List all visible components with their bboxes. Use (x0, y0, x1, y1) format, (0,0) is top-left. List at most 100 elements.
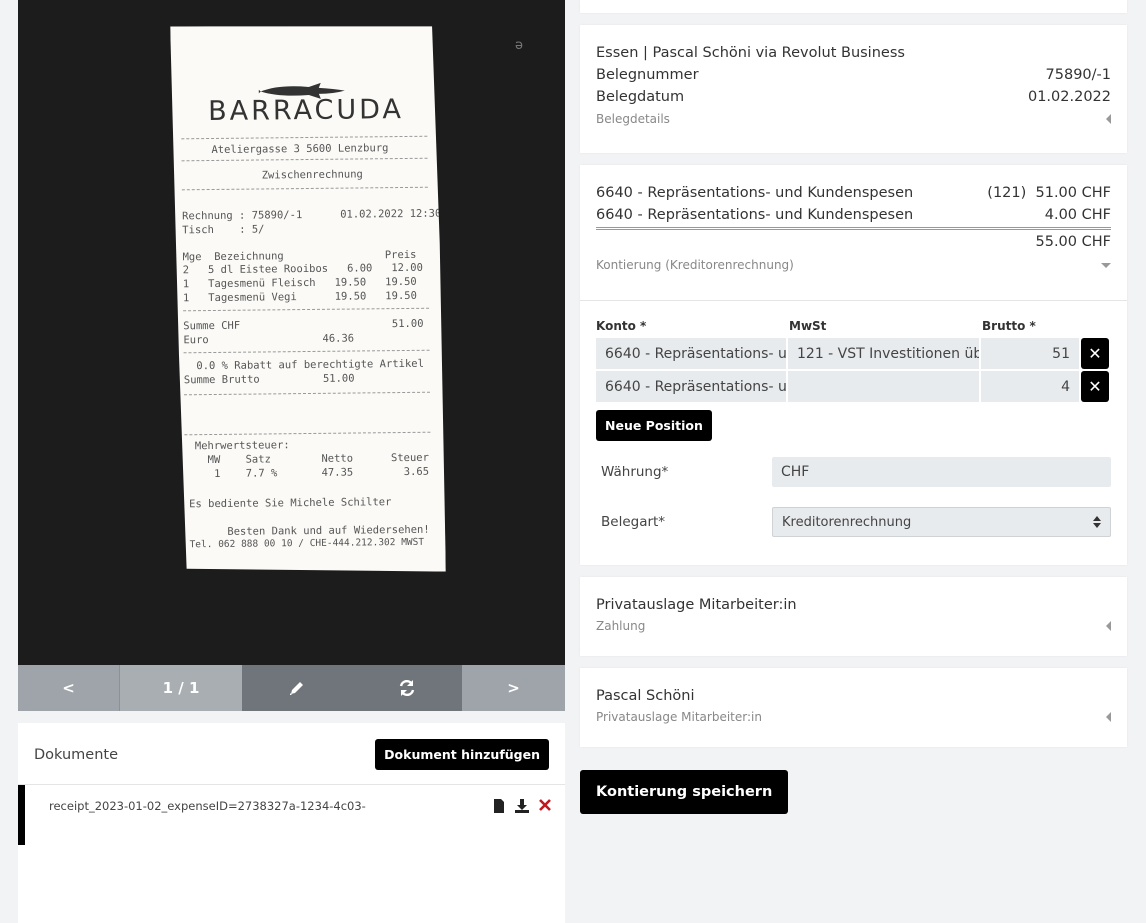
positions-header: Konto * MwSt Brutto * (596, 319, 1111, 333)
position-row: 6640 - Repräsentations- und Kundenspesen… (596, 338, 1111, 369)
belegdatum-label: Belegdatum (596, 89, 685, 105)
belegdatum-value: 01.02.2022 (1027, 89, 1111, 105)
col-mwst: MwSt (789, 319, 827, 333)
belegdatum-row: Belegdatum 01.02.2022 (596, 89, 1111, 105)
remove-position-button[interactable]: ✕ (1081, 338, 1109, 369)
kontierung-line-code: (121) (987, 185, 1027, 201)
document-item[interactable]: receipt_2023-01-02_expenseID=2738327a-12… (18, 785, 565, 845)
col-konto: Konto * (596, 319, 647, 333)
receipt-served: Es bediente Sie Michele Schilter (189, 496, 392, 511)
kontierung-section-label: Kontierung (Kreditorenrechnung) (596, 258, 794, 272)
receipt-rechnung: Rechnung : 75890/-1 01.02.2022 12:30 (182, 207, 442, 223)
beleg-title-text: Essen | Pascal Schöni via Revolut Busine… (596, 45, 905, 61)
kontierung-card: 6640 - Repräsentations- und Kundenspesen… (580, 165, 1127, 565)
collapse-left-icon (1106, 621, 1111, 631)
belegart-select[interactable]: Kreditorenrechnung (772, 507, 1111, 537)
kontierung-toggle[interactable]: Kontierung (Kreditorenrechnung) (596, 258, 1111, 272)
receipt-tisch: Tisch : 5/ (182, 223, 265, 237)
beleg-card: Essen | Pascal Schöni via Revolut Busine… (580, 25, 1127, 153)
new-position-wrap: Neue Position (596, 410, 1111, 441)
position-konto-field[interactable]: 6640 - Repräsentations- und Kundenspesen (596, 338, 786, 369)
refresh-icon (399, 679, 415, 697)
receipt-item: 1 Tagesmenü Fleisch 19.50 19.50 (182, 275, 417, 291)
documents-header: Dokumente Dokument hinzufügen (18, 723, 565, 785)
select-arrows-icon (1093, 516, 1101, 528)
belegart-value: Kreditorenrechnung (782, 514, 912, 530)
person-card: Pascal Schöni Privatauslage Mitarbeiter:… (580, 668, 1127, 747)
add-document-button[interactable]: Dokument hinzufügen (375, 739, 549, 770)
receipt-thanks: Besten Dank und auf Wiedersehen! (189, 523, 430, 539)
save-kontierung-button[interactable]: Kontierung speichern (580, 770, 789, 814)
receipt-image: BARRACUDA Ateliergasse 3 5600 Lenzburg Z… (170, 24, 446, 575)
receipt-heading: Zwischenrechnung (261, 168, 363, 182)
prev-label: < (62, 679, 75, 697)
kontierung-summary: 6640 - Repräsentations- und Kundenspesen… (580, 165, 1127, 301)
belegdetails-label: Belegdetails (596, 112, 670, 126)
prev-page-button[interactable]: < (18, 665, 119, 711)
position-mwst-field[interactable] (788, 371, 979, 402)
collapse-left-icon (1106, 114, 1111, 124)
receipt-brand: BARRACUDA (207, 93, 405, 128)
viewer-toolbar: < 1 / 1 > (18, 665, 565, 711)
belegart-row: Belegart* Kreditorenrechnung (596, 507, 1111, 537)
receipt-item: 1 Tagesmenü Vegi 19.50 19.50 (182, 289, 417, 305)
receipt-mwst-vals: 1 7.7 % 47.35 3.65 (188, 465, 430, 481)
receipt-cols: Mge Bezeichnung Preis (182, 248, 417, 264)
page-indicator: 1 / 1 (119, 665, 242, 711)
pencil-icon (290, 682, 303, 695)
download-icon[interactable] (515, 799, 529, 813)
kontierung-line-konto: 6640 - Repräsentations- und Kundenspesen (596, 185, 914, 201)
col-brutto: Brutto * (982, 319, 1036, 333)
position-row: 6640 - Repräsentations- und Kundenspesen… (596, 371, 1111, 402)
receipt-euro: Euro 46.36 (183, 332, 355, 347)
next-page-button[interactable]: > (462, 665, 565, 711)
rotate-button[interactable] (352, 665, 462, 711)
zahlung-title: Privatauslage Mitarbeiter:in (596, 597, 797, 613)
collapse-left-icon (1106, 712, 1111, 722)
position-konto-field[interactable]: 6640 - Repräsentations- und Kundenspesen (596, 371, 786, 402)
zahlung-toggle[interactable]: Zahlung (596, 619, 1111, 633)
receipt-mwst-cols: MW Satz Netto Steuer (188, 451, 429, 467)
kontierung-line-amount: 4.00 CHF (1044, 207, 1111, 223)
belegart-label: Belegart* (601, 514, 666, 530)
new-position-button[interactable]: Neue Position (596, 410, 712, 441)
next-label: > (507, 679, 520, 697)
kontierung-line-amount: 51.00 CHF (1035, 185, 1112, 201)
beleg-title: Essen | Pascal Schöni via Revolut Busine… (596, 45, 1111, 61)
annotate-button[interactable] (242, 665, 352, 711)
receipt-rabatt: 0.0 % Rabatt auf berechtigte Artikel (183, 357, 424, 373)
zahlung-card: Privatauslage Mitarbeiter:in Zahlung (580, 577, 1127, 656)
person-title: Pascal Schöni (596, 688, 695, 704)
person-toggle[interactable]: Privatauslage Mitarbeiter:in (596, 710, 1111, 724)
save-wrap: Kontierung speichern (580, 770, 1127, 814)
receipt-brutto: Summe Brutto 51.00 (183, 372, 355, 387)
document-viewer: ə BARRACUDA Ateliergasse 3 5600 Lenzburg… (18, 0, 565, 665)
receipt-address: Ateliergasse 3 5600 Lenzburg (211, 142, 389, 157)
document-actions (493, 799, 551, 813)
receipt-tel: Tel. 062 888 00 10 / CHE-444.212.302 MWS… (189, 536, 425, 551)
belegdetails-toggle[interactable]: Belegdetails (596, 112, 1111, 126)
belegnummer-value: 75890/-1 (1045, 67, 1111, 83)
delete-icon[interactable] (539, 799, 551, 811)
kontierung-line-konto: 6640 - Repräsentations- und Kundenspesen (596, 207, 914, 223)
position-brutto-field[interactable]: 4 (981, 371, 1079, 402)
position-brutto-field[interactable]: 51 (981, 338, 1079, 369)
documents-panel: Dokumente Dokument hinzufügen receipt_20… (18, 723, 565, 923)
document-filename: receipt_2023-01-02_expenseID=2738327a-12… (49, 799, 366, 813)
kontierung-total-value: 55.00 CHF (1035, 234, 1112, 250)
belegnummer-label: Belegnummer (596, 67, 699, 83)
position-mwst-field[interactable]: 121 - VST Investitionen übr. BA (788, 338, 979, 369)
person-label: Privatauslage Mitarbeiter:in (596, 710, 762, 724)
receipt-summe: Summe CHF 51.00 (183, 317, 424, 333)
kontierung-line: 6640 - Repräsentations- und Kundenspesen… (596, 185, 1111, 201)
right-column: Essen | Pascal Schöni via Revolut Busine… (580, 0, 1127, 814)
currency-row: Währung* CHF (596, 457, 1111, 487)
currency-field[interactable]: CHF (772, 457, 1111, 487)
receipt-mwst-head: Mehrwertsteuer: (188, 439, 290, 453)
currency-label: Währung* (601, 464, 669, 480)
positions-editor: Konto * MwSt Brutto * 6640 - Repräsentat… (580, 301, 1127, 537)
receipt-item: 2 5 dl Eistee Rooibos 6.00 12.00 (182, 261, 423, 277)
remove-position-button[interactable]: ✕ (1081, 371, 1109, 402)
zahlung-label: Zahlung (596, 619, 646, 633)
file-icon[interactable] (493, 799, 505, 813)
